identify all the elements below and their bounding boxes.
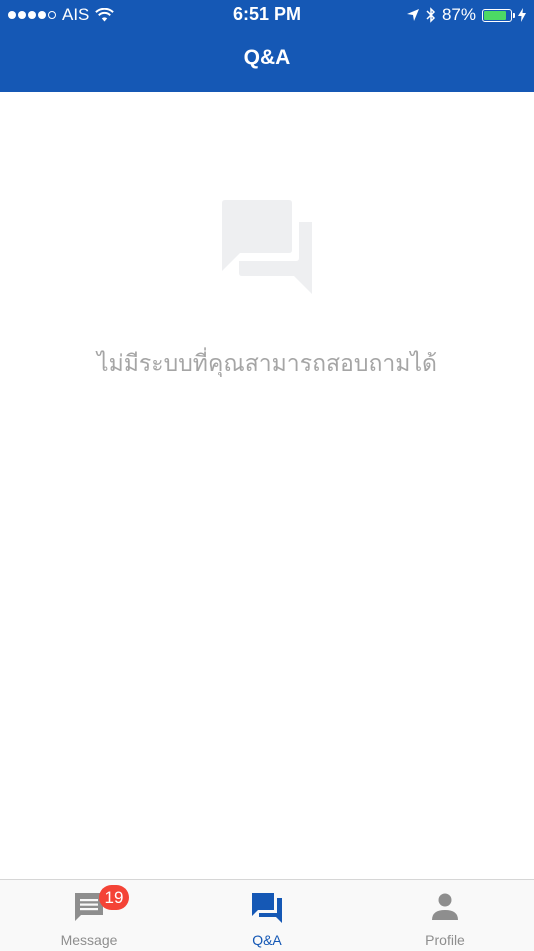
tab-message-label: Message [60, 932, 118, 948]
bluetooth-icon [426, 7, 436, 23]
battery-percent: 87% [441, 5, 476, 24]
tab-profile-label: Profile [425, 932, 465, 948]
person-icon [432, 893, 458, 920]
forum-icon [222, 200, 312, 294]
status-right: 87% [406, 5, 526, 25]
page-title: Q&A [243, 46, 291, 69]
tab-message[interactable]: 19 Message [0, 880, 178, 951]
charging-bolt-icon [518, 8, 526, 22]
header: AIS 6:51 PM 87% Q&A [0, 0, 534, 92]
tab-profile[interactable]: Profile [356, 880, 534, 951]
status-bar: AIS 6:51 PM 87% [0, 0, 534, 30]
empty-message: ไม่มีระบบที่คุณสามารถสอบถามได้ [97, 351, 437, 377]
empty-state: ไม่มีระบบที่คุณสามารถสอบถามได้ [0, 200, 534, 382]
tab-qa[interactable]: Q&A [178, 880, 356, 951]
tab-qa-label: Q&A [252, 932, 282, 948]
battery-icon [482, 8, 515, 22]
unread-badge: 19 [99, 885, 129, 910]
forum-icon [252, 893, 282, 923]
location-arrow-icon [406, 9, 419, 21]
tab-bar: 19 Message Q&A Profile [0, 879, 534, 951]
